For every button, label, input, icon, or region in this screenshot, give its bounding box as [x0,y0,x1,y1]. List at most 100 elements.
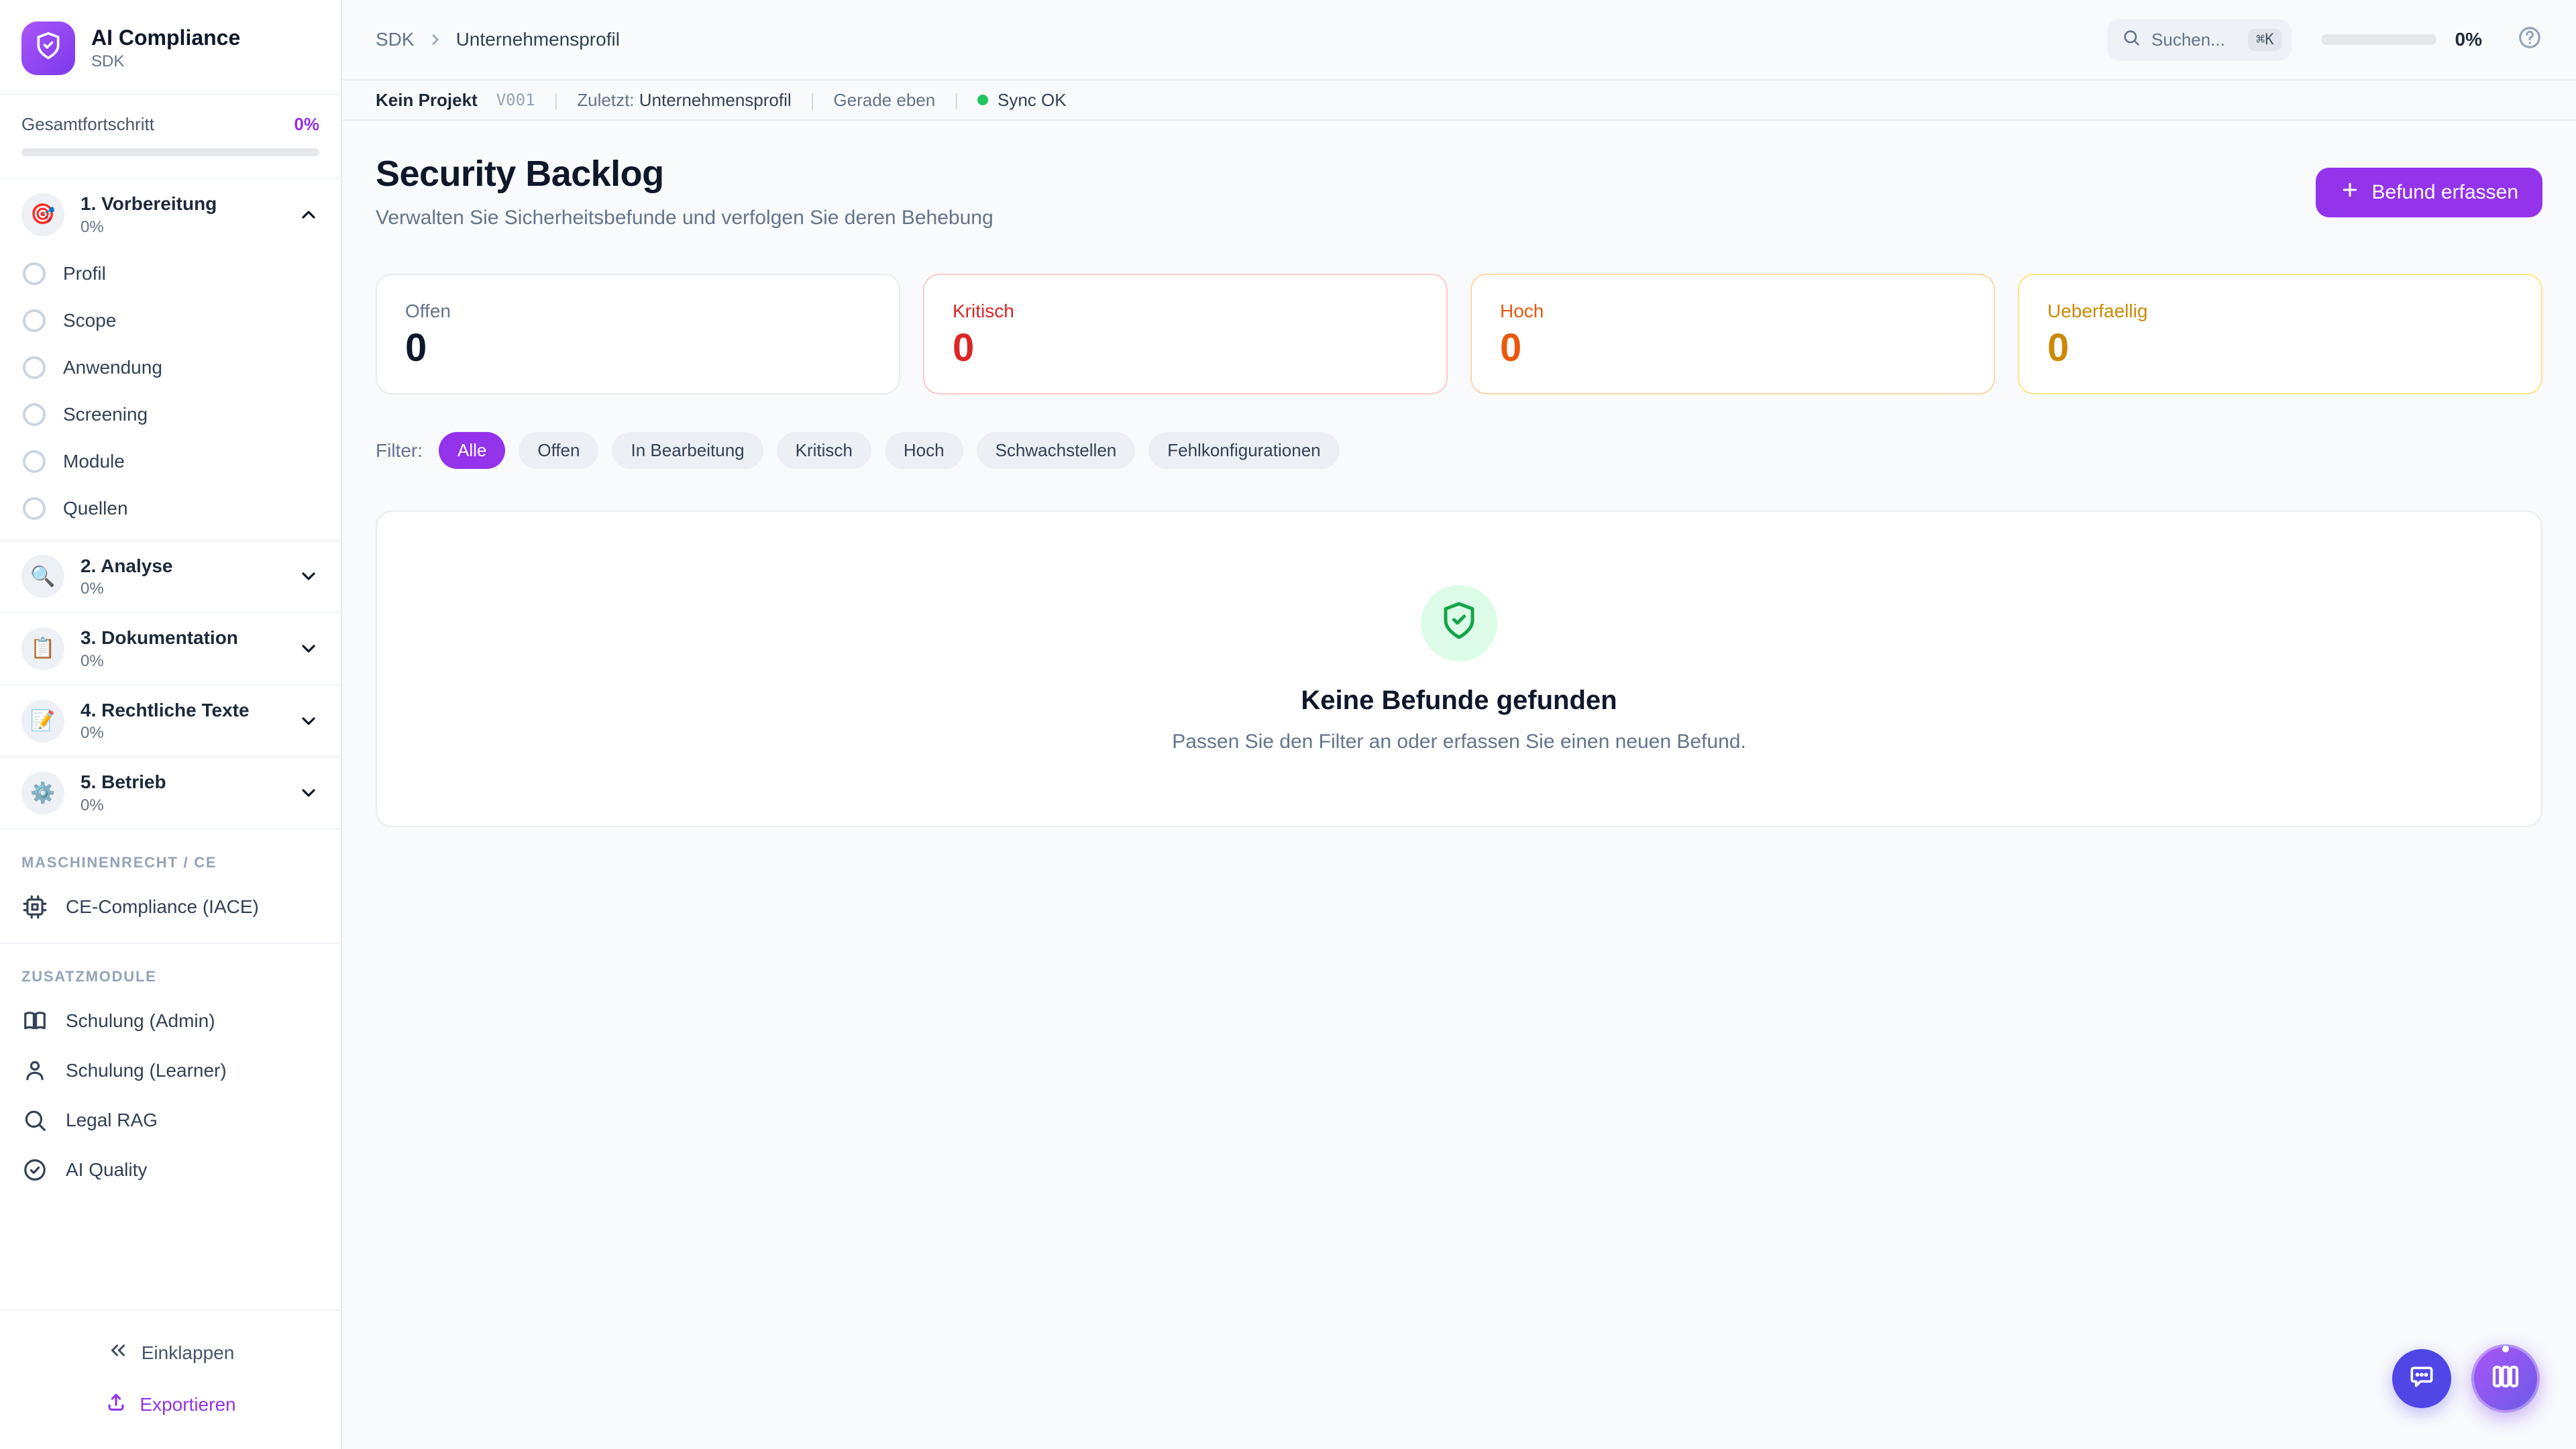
nav-section-header-analyse[interactable]: 🔍 2. Analyse 0% [0,541,341,612]
filter-chip-in-bearbeitung[interactable]: In Bearbeitung [612,432,763,469]
app-subtitle: SDK [91,52,240,71]
section-label: 1. Vorbereitung [80,193,282,215]
clipboard-icon: 📋 [21,627,64,670]
search-icon [21,1108,48,1133]
chat-button[interactable] [2392,1349,2451,1408]
chat-bubble-icon [2407,1362,2436,1396]
chevron-right-icon [427,31,444,48]
nav-section-header-betrieb[interactable]: ⚙️ 5. Betrieb 0% [0,757,341,828]
filter-chip-alle[interactable]: Alle [439,432,505,469]
chevron-down-icon[interactable] [298,638,319,659]
last-saved-time: Gerade eben [833,90,935,111]
breadcrumb: SDK Unternehmensprofil [376,29,620,50]
nav-section-analyse: 🔍 2. Analyse 0% [0,541,341,614]
user-icon [21,1058,48,1083]
main-area: SDK Unternehmensprofil ⌘K [342,0,2576,1449]
shield-check-icon [34,31,63,66]
help-button[interactable] [2517,25,2542,55]
overall-progress: Gesamtfortschritt 0% [0,95,341,179]
sidebar-item-module[interactable]: Module [0,438,341,485]
sidebar-item-legal-rag[interactable]: Legal RAG [0,1095,341,1145]
filter-chip-hoch[interactable]: Hoch [885,432,963,469]
sidebar-item-anwendung[interactable]: Anwendung [0,344,341,391]
chevron-up-icon[interactable] [298,204,319,225]
nav-section-header-dokumentation[interactable]: 📋 3. Dokumentation 0% [0,613,341,684]
sidebar-item-ce-compliance[interactable]: CE-Compliance (IACE) [0,882,341,932]
status-circle-icon [23,309,46,332]
app-root: AI Compliance SDK Gesamtfortschritt 0% 🎯… [0,0,2576,1449]
chevron-down-icon[interactable] [298,566,319,587]
sync-status: Sync OK [977,90,1067,111]
empty-state-icon-circle [1421,585,1497,661]
sidebar-item-profil[interactable]: Profil [0,250,341,297]
export-button[interactable]: Exportieren [21,1379,319,1430]
empty-state-title: Keine Befunde gefunden [1301,686,1617,716]
nav-section-vorbereitung: 🎯 1. Vorbereitung 0% Profil [0,179,341,541]
sidebar-item-schulung-admin[interactable]: Schulung (Admin) [0,996,341,1046]
nav-section-rechtliche-texte: 📝 4. Rechtliche Texte 0% [0,686,341,758]
version-badge: V001 [496,91,535,109]
status-circle-icon [23,403,46,426]
filter-chip-offen[interactable]: Offen [519,432,598,469]
kanban-button-notch [2502,1346,2509,1352]
status-bar: Kein Projekt V001 | Zuletzt: Unternehmen… [342,79,2576,121]
filter-label: Filter: [376,440,423,462]
topbar-progress-value: 0% [2455,29,2482,50]
group-label-zusatzmodule: ZUSATZMODULE [0,944,341,996]
sidebar-item-quellen[interactable]: Quellen [0,485,341,532]
stats-row: Offen 0 Kritisch 0 Hoch 0 Ueberfaellig 0 [376,274,2542,394]
filter-chip-fehlkonfigurationen[interactable]: Fehlkonfigurationen [1148,432,1339,469]
check-circle-icon [21,1157,48,1183]
chevron-down-icon[interactable] [298,782,319,804]
nav-section-header-rechtliche-texte[interactable]: 📝 4. Rechtliche Texte 0% [0,686,341,757]
empty-state-panel: Keine Befunde gefunden Passen Sie den Fi… [376,511,2542,827]
chevrons-left-icon [107,1339,129,1366]
collapse-sidebar-button[interactable]: Einklappen [21,1327,319,1379]
status-circle-icon [23,450,46,473]
topbar-progress-track [2321,34,2436,45]
filter-chip-kritisch[interactable]: Kritisch [777,432,871,469]
stat-card-ueberfaellig: Ueberfaellig 0 [2018,274,2542,394]
sidebar-item-schulung-learner[interactable]: Schulung (Learner) [0,1046,341,1095]
stat-card-offen: Offen 0 [376,274,900,394]
keyboard-shortcut-badge: ⌘K [2248,29,2282,51]
page-content: Security Backlog Verwalten Sie Sicherhei… [342,121,2576,1449]
app-title: AI Compliance [91,25,240,50]
topbar: SDK Unternehmensprofil ⌘K [342,0,2576,79]
breadcrumb-root[interactable]: SDK [376,29,415,50]
nav-section-betrieb: ⚙️ 5. Betrieb 0% [0,757,341,830]
chevron-down-icon[interactable] [298,710,319,732]
search-input[interactable] [2151,30,2237,50]
book-open-icon [21,1008,48,1034]
stat-card-kritisch: Kritisch 0 [923,274,1448,394]
target-icon: 🎯 [21,193,64,236]
page-title: Security Backlog [376,153,994,195]
sidebar-header: AI Compliance SDK [0,0,341,95]
last-visited: Zuletzt: Unternehmensprofil [577,90,791,111]
topbar-progress: 0% [2321,29,2482,50]
filter-chip-schwachstellen[interactable]: Schwachstellen [977,432,1136,469]
stat-card-hoch: Hoch 0 [1470,274,1995,394]
nav-group-maschinenrecht: MASCHINENRECHT / CE CE-Compliance (IACE) [0,830,341,944]
search-box[interactable]: ⌘K [2107,19,2292,60]
status-circle-icon [23,262,46,285]
sidebar-item-ai-quality[interactable]: AI Quality [0,1145,341,1195]
nav-section-header-vorbereitung[interactable]: 🎯 1. Vorbereitung 0% [0,179,341,250]
section-percent: 0% [80,218,282,237]
breadcrumb-current: Unternehmensprofil [456,29,620,50]
sidebar-item-screening[interactable]: Screening [0,391,341,438]
section-subitems: Profil Scope Anwendung Screening [0,250,341,540]
memo-icon: 📝 [21,700,64,743]
status-circle-icon [23,497,46,520]
floating-buttons [2392,1344,2540,1413]
sidebar-nav: 🎯 1. Vorbereitung 0% Profil [0,179,341,1309]
nav-section-dokumentation: 📋 3. Dokumentation 0% [0,613,341,686]
project-name: Kein Projekt [376,90,478,111]
nav-group-zusatzmodule: ZUSATZMODULE Schulung (Admin) Schulung (… [0,944,341,1195]
search-icon [2122,28,2141,52]
create-finding-button[interactable]: Befund erfassen [2316,168,2542,217]
kanban-button[interactable] [2471,1344,2540,1413]
overall-progress-value: 0% [294,114,319,135]
page-subtitle: Verwalten Sie Sicherheitsbefunde und ver… [376,207,994,229]
sidebar-item-scope[interactable]: Scope [0,297,341,344]
